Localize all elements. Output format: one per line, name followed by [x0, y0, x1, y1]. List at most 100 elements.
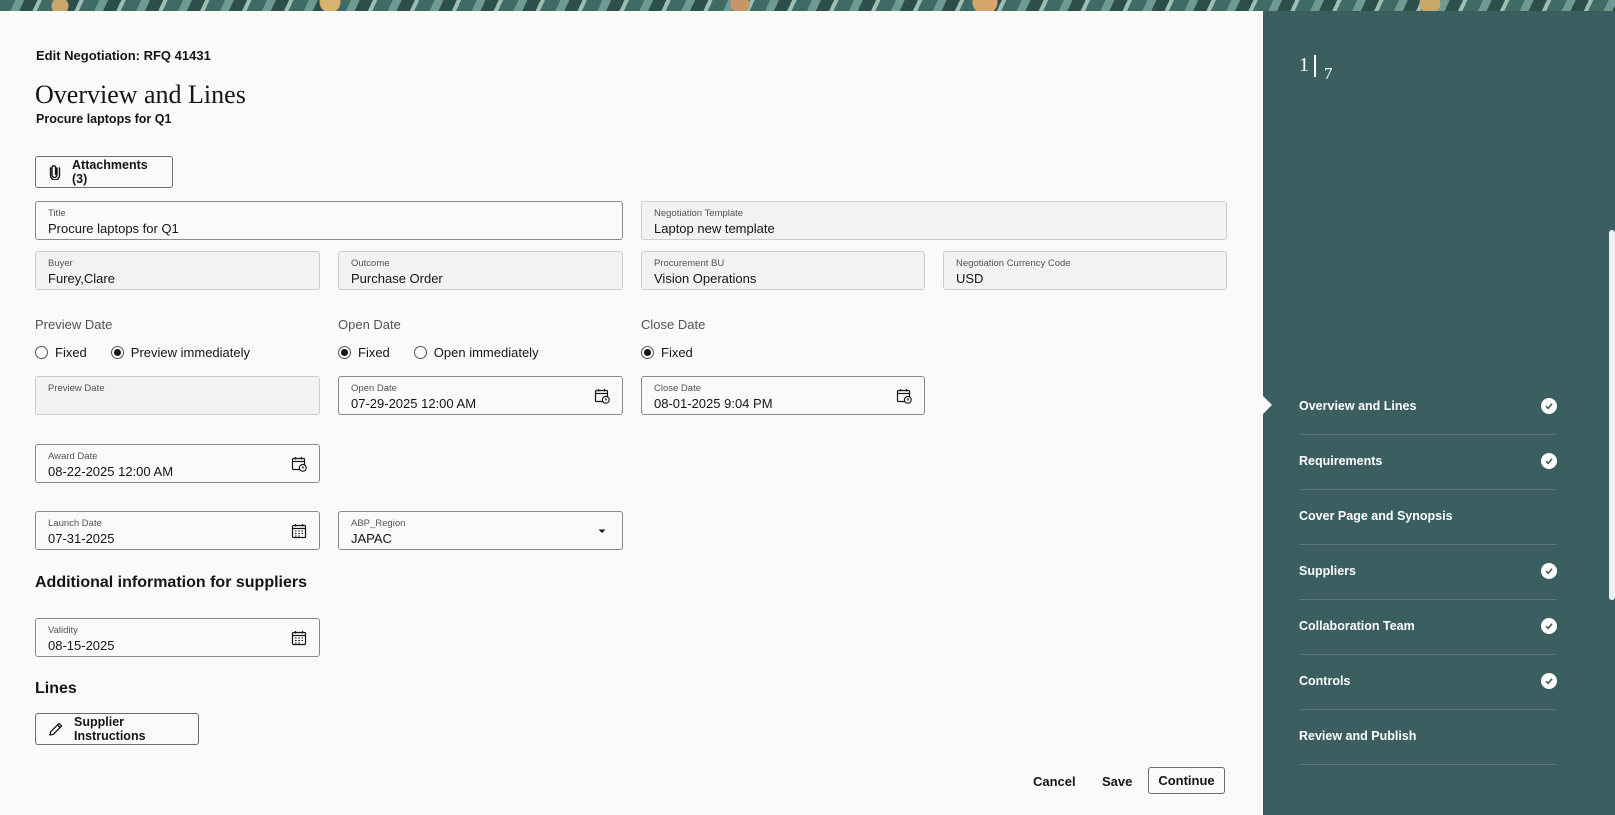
- abp-region-value: JAPAC: [351, 531, 392, 546]
- open-immediately-label: Open immediately: [433, 345, 539, 360]
- open-fixed-label: Fixed: [358, 345, 390, 360]
- buyer-label: Buyer: [48, 258, 73, 269]
- additional-info-heading: Additional information for suppliers: [35, 574, 307, 591]
- radio-off-icon: [413, 346, 427, 359]
- checkmark-icon: [1541, 453, 1557, 469]
- preview-date-label: Preview Date: [48, 383, 105, 394]
- step-counter-divider: [1314, 55, 1316, 77]
- step-suppliers[interactable]: Suppliers: [1299, 545, 1557, 600]
- radio-on-icon: [338, 346, 351, 359]
- step-cover-page-and-synopsis[interactable]: Cover Page and Synopsis: [1299, 490, 1557, 545]
- open-date-options: Fixed Open immediately: [338, 345, 539, 360]
- outcome-value: Purchase Order: [351, 271, 443, 286]
- step-label: Cover Page and Synopsis: [1299, 509, 1453, 523]
- scrollbar[interactable]: [1609, 230, 1615, 600]
- step-label: Collaboration Team: [1299, 619, 1415, 633]
- step-label: Requirements: [1299, 454, 1383, 468]
- calendar-clock-icon[interactable]: [291, 456, 307, 472]
- preview-date-options: Fixed Preview immediately: [35, 345, 250, 360]
- procurement-bu-field: Procurement BU Vision Operations: [641, 251, 925, 290]
- preview-date-group-label: Preview Date: [35, 317, 113, 332]
- cancel-button[interactable]: Cancel: [1033, 774, 1076, 789]
- save-button[interactable]: Save: [1102, 774, 1132, 789]
- step-label: Review and Publish: [1299, 729, 1417, 743]
- caret-down-icon[interactable]: [594, 523, 610, 539]
- checkmark-icon: [1541, 673, 1557, 689]
- title-field[interactable]: Title Procure laptops for Q1: [35, 201, 623, 240]
- title-label: Title: [48, 208, 66, 219]
- step-label: Suppliers: [1299, 564, 1356, 578]
- calendar-icon[interactable]: [291, 523, 307, 539]
- step-collaboration-team[interactable]: Collaboration Team: [1299, 600, 1557, 655]
- calendar-clock-icon[interactable]: [896, 388, 912, 404]
- calendar-clock-icon[interactable]: [594, 388, 610, 404]
- validity-field[interactable]: Validity 08-15-2025: [35, 618, 320, 657]
- preview-immediately-radio[interactable]: Preview immediately: [110, 345, 250, 360]
- close-date-field[interactable]: Close Date 08-01-2025 9:04 PM: [641, 376, 925, 415]
- award-date-value: 08-22-2025 12:00 AM: [48, 464, 174, 479]
- currency-label: Negotiation Currency Code: [956, 258, 1071, 269]
- buyer-field: Buyer Furey,Clare: [35, 251, 320, 290]
- total-steps-number: 7: [1324, 64, 1333, 83]
- buyer-value: Furey,Clare: [48, 271, 115, 286]
- page-title: Overview and Lines: [35, 80, 246, 109]
- step-controls[interactable]: Controls: [1299, 655, 1557, 710]
- open-immediately-radio[interactable]: Open immediately: [413, 345, 539, 360]
- attachments-button[interactable]: Attachments (3): [35, 156, 173, 188]
- open-date-label: Open Date: [351, 383, 397, 394]
- radio-off-icon: [35, 346, 48, 359]
- preview-immediately-label: Preview immediately: [130, 345, 250, 360]
- current-step-pointer: [1263, 396, 1272, 414]
- checkmark-icon: [1541, 563, 1557, 579]
- close-date-value: 08-01-2025 9:04 PM: [654, 396, 773, 411]
- launch-date-value: 07-31-2025: [48, 531, 115, 546]
- abp-region-select[interactable]: ABP_Region JAPAC: [338, 511, 623, 550]
- abp-region-label: ABP_Region: [351, 518, 406, 529]
- validity-value: 08-15-2025: [48, 638, 115, 653]
- close-date-label: Close Date: [654, 383, 701, 394]
- step-review-and-publish[interactable]: Review and Publish: [1299, 710, 1557, 765]
- title-value: Procure laptops for Q1: [48, 221, 179, 236]
- procurement-bu-value: Vision Operations: [654, 271, 757, 286]
- open-date-group-label: Open Date: [338, 317, 401, 332]
- close-fixed-label: Fixed: [661, 345, 693, 360]
- award-date-field[interactable]: Award Date 08-22-2025 12:00 AM: [35, 444, 320, 483]
- preview-fixed-label: Fixed: [55, 345, 87, 360]
- preview-date-field: Preview Date: [35, 376, 320, 415]
- outcome-field: Outcome Purchase Order: [338, 251, 623, 290]
- paperclip-icon: [49, 165, 61, 180]
- open-date-field[interactable]: Open Date 07-29-2025 12:00 AM: [338, 376, 623, 415]
- preview-fixed-radio[interactable]: Fixed: [35, 345, 87, 360]
- procurement-bu-label: Procurement BU: [654, 258, 725, 269]
- validity-label: Validity: [48, 625, 78, 636]
- template-value: Laptop new template: [654, 221, 775, 236]
- currency-value: USD: [956, 271, 984, 286]
- step-list: Overview and Lines Requirements Cover Pa…: [1299, 380, 1557, 765]
- calendar-icon[interactable]: [291, 630, 307, 646]
- continue-button[interactable]: Continue: [1148, 767, 1225, 794]
- launch-date-label: Launch Date: [48, 518, 102, 529]
- lines-heading: Lines: [35, 680, 77, 697]
- launch-date-field[interactable]: Launch Date 07-31-2025: [35, 511, 320, 550]
- page-subtitle: Procure laptops for Q1: [36, 112, 172, 126]
- step-label: Controls: [1299, 674, 1351, 688]
- close-date-group-label: Close Date: [641, 317, 706, 332]
- breadcrumb: Edit Negotiation: RFQ 41431: [36, 48, 211, 63]
- award-date-label: Award Date: [48, 451, 98, 462]
- close-fixed-radio[interactable]: Fixed: [641, 345, 693, 360]
- step-overview-and-lines[interactable]: Overview and Lines: [1299, 380, 1557, 435]
- currency-field: Negotiation Currency Code USD: [943, 251, 1227, 290]
- step-requirements[interactable]: Requirements: [1299, 435, 1557, 490]
- current-step-number: 1: [1299, 54, 1309, 76]
- checkmark-icon: [1541, 618, 1557, 634]
- attachments-label: Attachments (3): [72, 158, 148, 186]
- open-fixed-radio[interactable]: Fixed: [338, 345, 390, 360]
- supplier-instructions-label: Supplier Instructions: [74, 715, 146, 743]
- supplier-instructions-button[interactable]: Supplier Instructions: [35, 713, 199, 745]
- negotiation-template-field: Negotiation Template Laptop new template: [641, 201, 1227, 240]
- radio-on-icon: [641, 346, 654, 359]
- pencil-icon: [49, 722, 63, 736]
- step-label: Overview and Lines: [1299, 399, 1417, 413]
- checkmark-icon: [1541, 398, 1557, 414]
- outcome-label: Outcome: [351, 258, 390, 269]
